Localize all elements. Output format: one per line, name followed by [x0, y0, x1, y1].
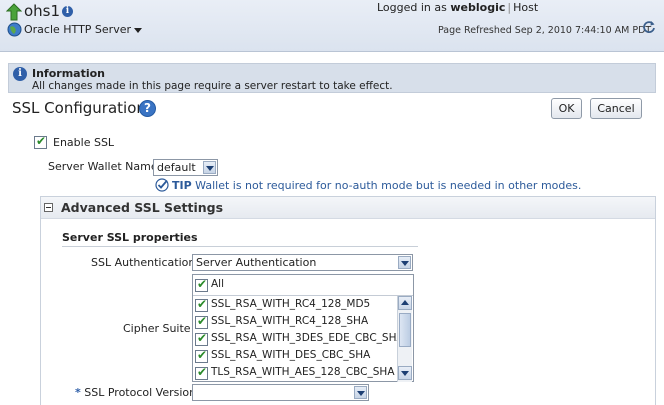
info-heading: Information — [32, 67, 105, 80]
cipher-label: SSL_RSA_WITH_3DES_EDE_CBC_SHA — [211, 332, 404, 344]
info-icon[interactable]: i — [62, 6, 73, 17]
page-refreshed: Page Refreshed Sep 2, 2010 7:44:10 AM PD… — [438, 25, 652, 36]
cipher-label: SSL_RSA_WITH_DES_CBC_SHA — [211, 349, 371, 361]
cipher-label: SSL_RSA_WITH_RC4_128_SHA — [211, 315, 369, 327]
info-icon: i — [13, 67, 27, 81]
chevron-down-icon — [354, 386, 367, 399]
tip-text: TIP Wallet is not required for no-auth m… — [172, 179, 581, 192]
collapse-icon[interactable] — [44, 203, 53, 212]
cipher-checkbox[interactable]: ✔ — [195, 348, 208, 363]
protocol-label: * SSL Protocol Version — [75, 386, 196, 399]
cipher-checkbox[interactable]: ✔ — [195, 365, 208, 380]
protocol-select[interactable] — [192, 384, 369, 401]
section-title: Server SSL properties — [62, 231, 198, 244]
ssl-auth-select[interactable]: Server Authentication — [192, 254, 413, 271]
cancel-button[interactable]: Cancel — [590, 98, 642, 119]
tip-label: TIP — [172, 179, 192, 192]
cipher-suite-box: ✔ All ✔ SSL_RSA_WITH_RC4_128_MD5 ✔ SSL_R… — [192, 274, 414, 382]
protocol-label-text: SSL Protocol Version — [84, 386, 197, 399]
user-name: weblogic — [450, 1, 506, 14]
tip-message: Wallet is not required for no-auth mode … — [195, 179, 582, 192]
cipher-label: SSL_RSA_WITH_RC4_128_MD5 — [211, 298, 371, 310]
ok-button[interactable]: OK — [551, 98, 582, 119]
cipher-scrollbar[interactable] — [397, 296, 412, 382]
separator: | — [507, 1, 512, 14]
page-title: SSL Configuration — [12, 99, 146, 117]
cipher-all-checkbox[interactable]: ✔ — [195, 277, 208, 292]
wallet-select[interactable]: default — [153, 159, 218, 176]
target-menu[interactable]: Oracle HTTP Server — [24, 23, 143, 36]
cipher-checkbox[interactable]: ✔ — [195, 331, 208, 346]
info-message: All changes made in this page require a … — [32, 80, 393, 92]
information-box: i Information All changes made in this p… — [8, 63, 656, 93]
help-icon[interactable]: ? — [139, 100, 156, 117]
cipher-checkbox[interactable]: ✔ — [195, 297, 208, 312]
enable-ssl-label: Enable SSL — [53, 136, 115, 149]
advanced-ssl-title: Advanced SSL Settings — [61, 200, 224, 215]
cipher-list: ✔ SSL_RSA_WITH_RC4_128_MD5 ✔ SSL_RSA_WIT… — [193, 295, 413, 382]
checkmark-icon: ✔ — [197, 297, 208, 311]
cipher-all-label: All — [211, 278, 225, 290]
chevron-down-icon — [203, 161, 216, 174]
cipher-checkbox[interactable]: ✔ — [195, 314, 208, 329]
section-divider — [62, 246, 418, 247]
ssl-auth-label: SSL Authentication — [91, 256, 196, 269]
target-title: ohs1 — [24, 2, 61, 20]
wallet-label: Server Wallet Name — [48, 160, 158, 173]
required-mark: * — [75, 386, 81, 399]
cipher-suite-label: Cipher Suite — [123, 322, 191, 335]
logged-in-label: Logged in as — [377, 1, 447, 14]
wallet-select-value: default — [157, 161, 196, 174]
checkmark-icon: ✔ — [197, 277, 208, 291]
scroll-up-icon[interactable] — [398, 296, 412, 310]
refresh-icon[interactable] — [642, 20, 656, 34]
checkmark-icon: ✔ — [197, 314, 208, 328]
host-link[interactable]: Host — [513, 1, 538, 14]
cipher-label: TLS_RSA_WITH_AES_128_CBC_SHA — [211, 366, 395, 378]
checkmark-icon: ✔ — [197, 331, 208, 345]
ssl-auth-value: Server Authentication — [196, 256, 317, 269]
login-info: Logged in as weblogic | Host — [377, 1, 538, 14]
target-menu-label: Oracle HTTP Server — [24, 23, 132, 36]
checkmark-icon: ✔ — [36, 134, 47, 148]
checkmark-icon: ✔ — [197, 348, 208, 362]
globe-icon — [7, 22, 22, 37]
up-arrow-icon[interactable] — [6, 3, 22, 21]
page-header: ohs1 i Oracle HTTP Server Logged in as w… — [0, 0, 664, 52]
enable-ssl-checkbox[interactable]: ✔ — [34, 134, 47, 149]
chevron-down-icon — [398, 256, 411, 269]
advanced-ssl-header[interactable]: Advanced SSL Settings — [41, 197, 655, 219]
scroll-down-icon[interactable] — [398, 366, 412, 380]
checkmark-icon: ✔ — [197, 365, 208, 379]
tip-check-icon — [155, 178, 169, 192]
chevron-down-icon — [134, 27, 143, 33]
scroll-thumb[interactable] — [399, 313, 411, 347]
